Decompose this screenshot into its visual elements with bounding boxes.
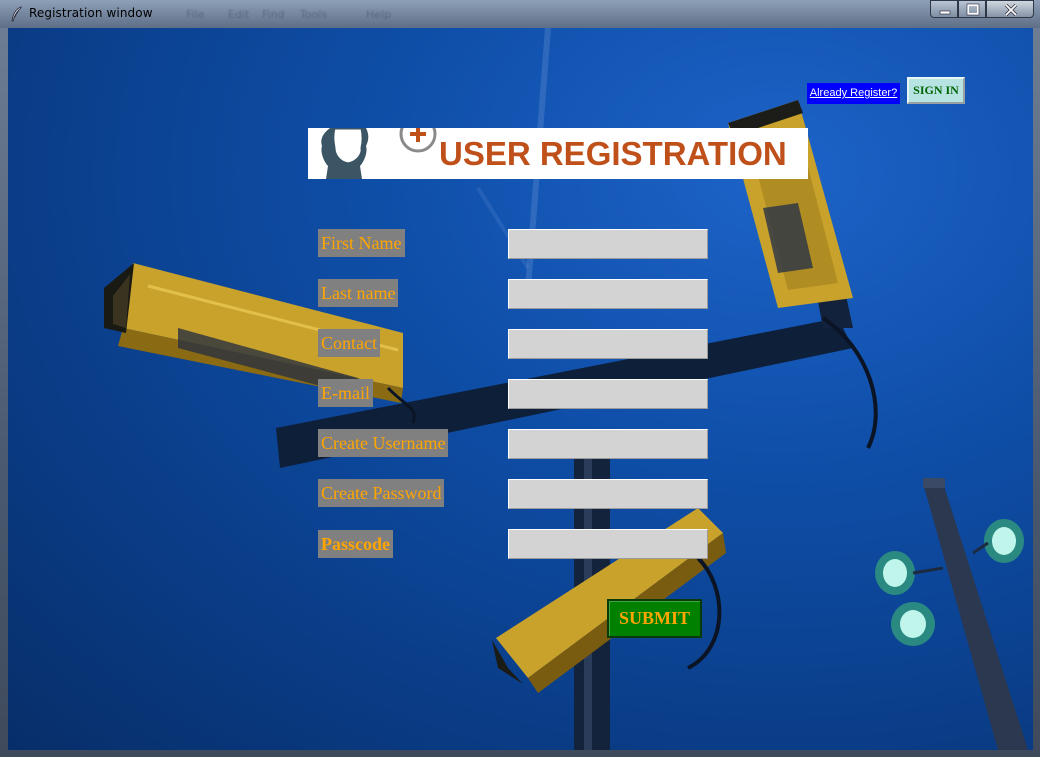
passcode-label: Passcode (318, 530, 393, 558)
minimize-button[interactable] (930, 0, 958, 18)
sign-in-button[interactable]: SIGN IN (907, 77, 965, 104)
create-password-input[interactable] (508, 479, 708, 509)
window-title: Registration window (29, 6, 153, 20)
maximize-icon (966, 3, 980, 16)
minimize-icon (939, 10, 951, 15)
submit-button[interactable]: SUBMIT (607, 599, 702, 638)
user-add-icon (321, 128, 437, 179)
contact-input[interactable] (508, 329, 708, 359)
registration-window: Registration window File Edit Find Tools… (0, 0, 1040, 757)
last-name-label: Last name (318, 279, 399, 307)
create-username-input[interactable] (508, 429, 708, 459)
passcode-input[interactable] (508, 529, 708, 559)
create-username-label: Create Username (318, 429, 449, 457)
ghost-menu-item: Tools (300, 8, 328, 21)
close-button[interactable] (986, 0, 1034, 18)
first-name-input[interactable] (508, 229, 708, 259)
create-password-label: Create Password (318, 479, 445, 507)
last-name-input[interactable] (508, 279, 708, 309)
ghost-menu-item: File (186, 8, 205, 21)
email-label: E-mail (318, 379, 373, 407)
close-icon (1004, 3, 1018, 17)
caption-buttons (930, 0, 1034, 19)
ghost-menu-item: Edit (228, 8, 250, 21)
email-input[interactable] (508, 379, 708, 409)
banner-title: USER REGISTRATION (439, 135, 787, 172)
client-area: Already Register? SIGN IN USER REGISTRAT… (8, 28, 1033, 750)
registration-banner: USER REGISTRATION (308, 128, 808, 179)
already-register-link[interactable]: Already Register? (807, 83, 900, 104)
ghost-menu-item: Help (366, 8, 392, 21)
ghost-menu-item: Find (262, 8, 285, 21)
feather-icon (11, 6, 22, 22)
title-bar[interactable]: Registration window File Edit Find Tools… (0, 0, 1040, 28)
contact-label: Contact (318, 329, 380, 357)
maximize-button[interactable] (958, 0, 986, 18)
first-name-label: First Name (318, 229, 405, 257)
